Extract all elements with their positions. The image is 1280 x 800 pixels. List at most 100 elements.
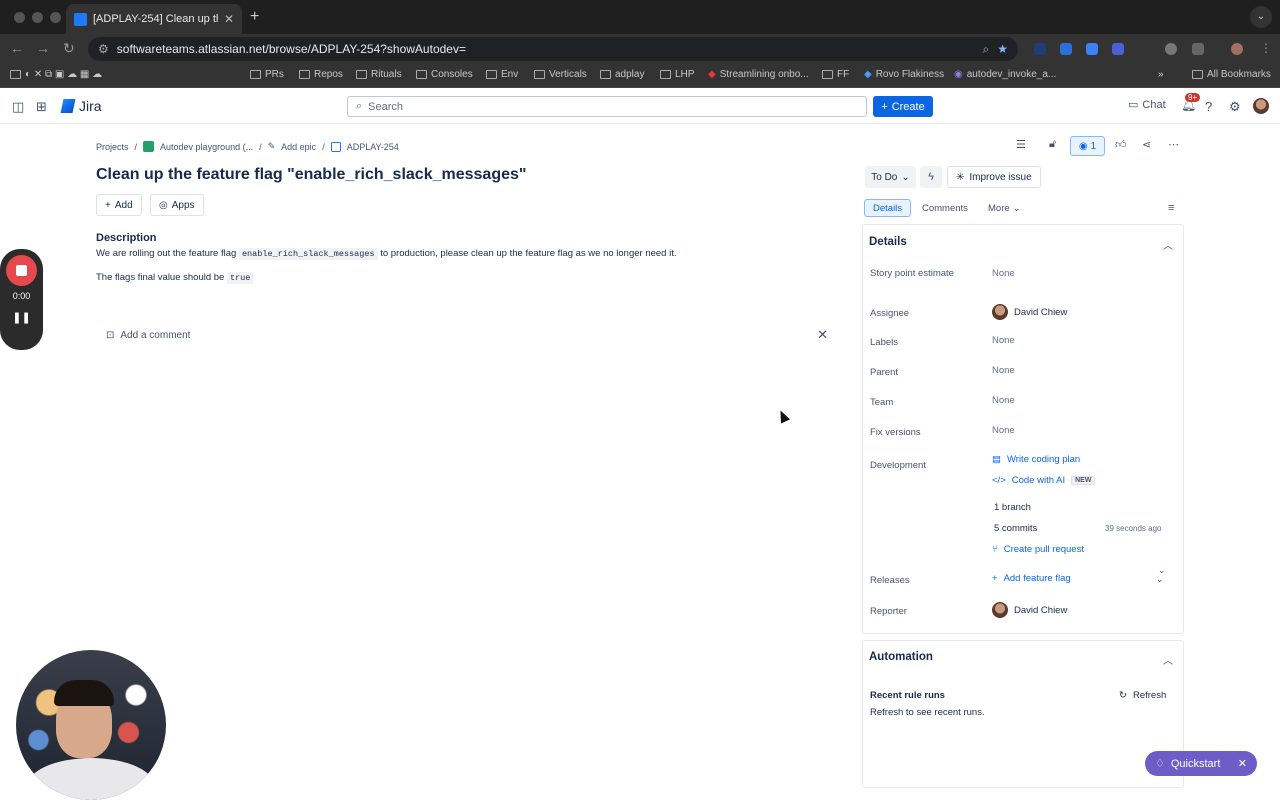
browser-menu-icon[interactable]: ⋮ <box>1260 41 1272 55</box>
add-button[interactable]: + Add <box>96 194 142 216</box>
quickstart-button[interactable]: ♢ Quickstart ✕ <box>1145 751 1257 776</box>
extensions-puzzle-icon[interactable] <box>1192 43 1204 55</box>
extension-icon[interactable] <box>1060 43 1072 55</box>
extension-icon[interactable] <box>1112 43 1124 55</box>
bookmark-icons[interactable]: ◐ ✕ ⧉ ▣ ☁ ▦ ☁ <box>10 69 102 80</box>
settings-gear-icon[interactable]: ⚙ <box>1229 99 1241 115</box>
close-icon[interactable]: ✕ <box>817 327 828 343</box>
address-bar[interactable]: ⚙ softwareteams.atlassian.net/browse/ADP… <box>88 37 1018 61</box>
commit-count[interactable]: 5 commits <box>994 523 1037 534</box>
like-icon[interactable]: 👍︎ <box>1115 138 1127 151</box>
bookmark-autodev[interactable]: ◉ autodev_invoke_a... <box>954 69 1056 80</box>
extension-icon[interactable] <box>1086 43 1098 55</box>
fix-versions-value[interactable]: None <box>992 425 1015 436</box>
back-icon[interactable]: ← <box>10 40 24 56</box>
stop-recording-button[interactable] <box>6 255 37 286</box>
tab-comments[interactable]: Comments <box>914 199 976 217</box>
create-button[interactable]: + Create <box>873 96 933 117</box>
close-tab-icon[interactable]: ✕ <box>224 12 234 26</box>
more-actions-icon[interactable]: ⋯ <box>1168 138 1179 151</box>
bookmark-streamlining[interactable]: ◆ Streamlining onbo... <box>708 69 809 80</box>
user-avatar[interactable] <box>1253 98 1269 114</box>
development-label: Development <box>870 460 926 471</box>
zoom-window-dot[interactable] <box>50 12 61 23</box>
bookmark-env[interactable]: Env <box>486 69 518 80</box>
folder-icon <box>600 70 611 79</box>
create-pull-request-link[interactable]: ⑂ Create pull request <box>992 544 1084 555</box>
close-window-dot[interactable] <box>14 12 25 23</box>
write-coding-plan-link[interactable]: ▤ Write coding plan <box>992 454 1080 465</box>
description-line-1[interactable]: We are rolling out the feature flag enab… <box>96 248 677 260</box>
bookmark-rituals[interactable]: Rituals <box>356 69 402 80</box>
reload-icon[interactable]: ↻ <box>63 40 75 57</box>
forward-icon[interactable]: → <box>36 40 50 56</box>
labels-value[interactable]: None <box>992 335 1015 346</box>
bookmark-verticals[interactable]: Verticals <box>534 69 587 80</box>
comment-icon: ⊡ <box>106 329 115 341</box>
sidebar-toggle-icon[interactable]: ◫ <box>12 99 24 115</box>
tab-details[interactable]: Details <box>864 199 912 217</box>
breadcrumb-add-epic[interactable]: Add epic <box>281 142 316 152</box>
story-points-value[interactable]: None <box>992 268 1015 279</box>
more-bookmarks-icon[interactable]: » <box>1158 69 1164 80</box>
bookmark-consoles[interactable]: Consoles <box>416 69 473 80</box>
bookmark-adplay[interactable]: adplay <box>600 69 644 80</box>
tab-search-icon[interactable]: ⌄ <box>1250 6 1272 28</box>
extension-icon[interactable] <box>1165 43 1177 55</box>
profile-avatar[interactable] <box>1231 43 1243 55</box>
minimize-window-dot[interactable] <box>32 12 43 23</box>
automation-heading[interactable]: Automation <box>869 651 933 663</box>
lock-icon[interactable]: 🔓︎ <box>1049 138 1056 151</box>
tab-more[interactable]: More ⌄ <box>980 199 1029 217</box>
assignee-value[interactable]: David Chiew <box>992 304 1067 320</box>
bookmark-rovo-flakiness[interactable]: ◆ Rovo Flakiness <box>864 69 944 80</box>
filter-icon[interactable]: ☰ <box>1016 138 1026 151</box>
bookmark-star-icon[interactable]: ★ <box>997 42 1008 56</box>
url-text: softwareteams.atlassian.net/browse/ADPLA… <box>116 42 466 56</box>
parent-value[interactable]: None <box>992 365 1015 376</box>
status-dropdown[interactable]: To Do ⌄ <box>865 166 916 188</box>
branch-count[interactable]: 1 branch <box>994 502 1031 513</box>
breadcrumb-issue-key[interactable]: ADPLAY-254 <box>347 142 399 152</box>
details-heading[interactable]: Details <box>869 236 907 248</box>
chat-button[interactable]: ▭ Chat <box>1128 98 1166 112</box>
app-switcher-icon[interactable]: ⊞ <box>36 99 47 115</box>
refresh-button[interactable]: ↻ Refresh <box>1119 690 1166 701</box>
add-feature-flag-link[interactable]: + Add feature flag <box>992 573 1071 584</box>
watch-button[interactable]: ◉ 1 <box>1070 136 1105 156</box>
site-settings-icon[interactable]: ⚙ <box>98 42 109 56</box>
bookmark-ff[interactable]: FF <box>822 69 849 80</box>
chevron-down-icon[interactable]: ⌄ <box>1156 574 1164 585</box>
customize-fields-icon[interactable]: ≡ <box>1168 202 1174 214</box>
code-with-ai-link[interactable]: </> Code with AI NEW <box>992 475 1096 486</box>
folder-icon <box>299 70 310 79</box>
extension-icon[interactable] <box>1034 43 1046 55</box>
help-icon[interactable]: ? <box>1205 99 1212 114</box>
search-input[interactable]: ⌕ Search <box>347 96 867 117</box>
share-icon[interactable]: ⋖ <box>1142 138 1151 151</box>
bookmark-lhp[interactable]: LHP <box>660 69 694 80</box>
improve-issue-button[interactable]: ✳ Improve issue <box>947 166 1041 188</box>
all-bookmarks[interactable]: All Bookmarks <box>1192 69 1271 80</box>
add-comment[interactable]: ⊡ Add a comment ✕ <box>96 324 832 346</box>
webcam-bubble[interactable] <box>16 650 166 800</box>
collapse-chevron-icon[interactable]: ︿ <box>1163 237 1173 252</box>
team-value[interactable]: None <box>992 395 1015 406</box>
bookmark-prs[interactable]: PRs <box>250 69 284 80</box>
collapse-chevron-icon[interactable]: ︿ <box>1163 652 1173 667</box>
browser-tab[interactable]: [ADPLAY-254] Clean up the f ✕ <box>66 4 242 34</box>
zoom-icon[interactable]: ⌕ <box>983 42 990 57</box>
new-tab-icon[interactable]: + <box>250 8 259 26</box>
breadcrumb-project[interactable]: Autodev playground (... <box>160 142 253 152</box>
issue-title[interactable]: Clean up the feature flag "enable_rich_s… <box>96 166 526 184</box>
close-icon[interactable]: ✕ <box>1238 757 1247 770</box>
description-line-2[interactable]: The flags final value should be true <box>96 272 254 284</box>
reporter-value[interactable]: David Chiew <box>992 602 1067 618</box>
breadcrumb-projects[interactable]: Projects <box>96 142 129 152</box>
jira-logo[interactable]: Jira <box>60 98 102 114</box>
bookmark-repos[interactable]: Repos <box>299 69 343 80</box>
jira-page: ◫ ⊞ Jira ⌕ Search + Create ▭ Chat 🔔︎ 9+ ? … <box>0 88 1280 800</box>
automation-bolt-icon[interactable]: ϟ <box>920 166 942 188</box>
pause-icon[interactable]: ❚❚ <box>0 311 43 324</box>
apps-button[interactable]: ◎ Apps <box>150 194 204 216</box>
